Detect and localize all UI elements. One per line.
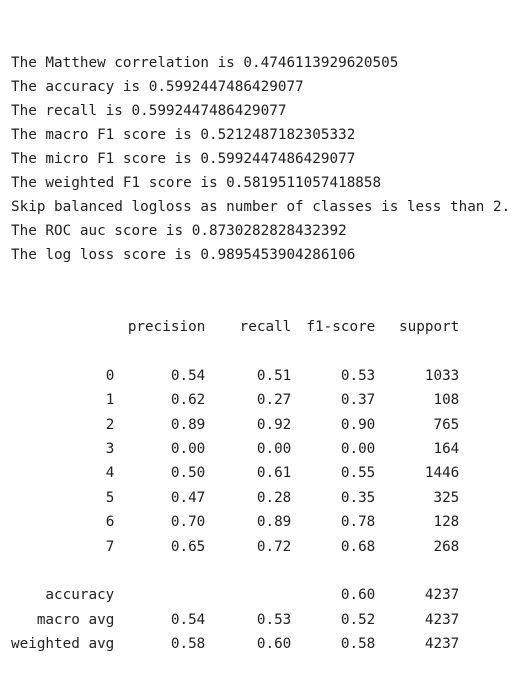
metric-line: The log loss score is 0.9895453904286106	[11, 247, 356, 263]
blank-cell	[11, 339, 459, 363]
row-label: accuracy	[45, 587, 115, 604]
recall-cell: 0.27	[256, 392, 292, 409]
precision-cell: 0.62	[170, 392, 206, 409]
report-header-precision: precision	[127, 319, 206, 335]
precision-cell: 0.58	[170, 636, 206, 653]
support-cell: 4237	[424, 611, 460, 628]
metric-line: The macro F1 score is 0.5212487182305332	[11, 127, 356, 143]
recall-cell: 0.60	[256, 636, 292, 653]
row-label: 3	[105, 441, 115, 458]
class-row: 7 0.65 0.72 0.68 268	[11, 535, 460, 559]
metric-line: The weighted F1 score is 0.5819511057418…	[11, 175, 382, 191]
blank-row	[11, 559, 459, 583]
row-label: 0	[105, 367, 115, 384]
support-cell: 128	[433, 514, 460, 531]
recall-cell: 0.53	[256, 611, 292, 628]
precision-cell: 0.89	[170, 416, 206, 433]
support-cell: 1446	[424, 465, 460, 482]
precision-cell: 0.54	[170, 611, 206, 628]
recall-cell: 0.61	[256, 465, 292, 482]
support-cell: 1033	[424, 367, 460, 384]
precision-cell: 0.00	[170, 441, 206, 458]
metric-line: The micro F1 score is 0.5992447486429077	[11, 151, 356, 167]
report-header-support: support	[399, 319, 460, 335]
support-cell: 268	[433, 538, 460, 555]
row-label: 5	[105, 489, 115, 506]
metric-line: Skip balanced logloss as number of class…	[11, 199, 511, 215]
recall-cell: 0.72	[256, 538, 292, 555]
recall-cell	[205, 583, 291, 607]
row-label: 2	[105, 416, 115, 433]
report-header-row: precision recall f1-score support	[11, 315, 459, 339]
precision-cell	[114, 583, 205, 607]
class-row: 2 0.89 0.92 0.90 765	[11, 413, 460, 437]
precision-cell: 0.47	[170, 489, 206, 506]
f1-score-cell: 0.78	[340, 514, 376, 531]
support-cell: 765	[433, 416, 460, 433]
class-row: 3 0.00 0.00 0.00 164	[11, 437, 460, 461]
metrics-printout: The Matthew correlation is 0.47461139296…	[11, 51, 510, 267]
report-header-label	[11, 315, 114, 339]
row-label: 4	[105, 465, 115, 482]
f1-score-cell: 0.53	[340, 367, 376, 384]
report-header-f1-score: f1-score	[306, 319, 376, 335]
report-class-rows: 0 0.54 0.51 0.53 1033 1 0.62 0.27 0.37 108 2 0.89 0.…	[11, 339, 460, 559]
row-label: 1	[105, 392, 115, 409]
report-summary-rows: accuracy 0.60 4237 macro avg 0.54 0.53 0.52 423…	[11, 559, 459, 657]
f1-score-cell: 0.52	[340, 611, 376, 628]
classification-report: precision recall f1-score support 0 0.54 0…	[11, 315, 459, 657]
summary-row: accuracy 0.60 4237	[11, 583, 459, 607]
f1-score-cell: 0.55	[340, 465, 376, 482]
f1-score-cell: 0.58	[340, 636, 376, 653]
class-row: 5 0.47 0.28 0.35 325	[11, 486, 460, 510]
summary-row: weighted avg 0.58 0.60 0.58 4237	[11, 632, 459, 656]
precision-cell: 0.70	[170, 514, 206, 531]
metric-line: The ROC auc score is 0.8730282828432392	[11, 223, 347, 239]
blank-row	[11, 339, 459, 363]
recall-cell: 0.00	[256, 441, 292, 458]
support-cell: 108	[433, 392, 460, 409]
row-label: 6	[105, 514, 115, 531]
recall-cell: 0.28	[256, 489, 292, 506]
precision-cell: 0.50	[170, 465, 206, 482]
recall-cell: 0.51	[256, 367, 292, 384]
recall-cell: 0.92	[256, 416, 292, 433]
recall-cell: 0.89	[256, 514, 292, 531]
f1-score-cell: 0.00	[340, 441, 376, 458]
f1-score-cell: 0.37	[340, 392, 376, 409]
precision-cell: 0.54	[170, 367, 206, 384]
class-row: 1 0.62 0.27 0.37 108	[11, 388, 460, 412]
metric-line: The accuracy is 0.5992447486429077	[11, 79, 304, 95]
metric-line: The recall is 0.5992447486429077	[11, 103, 287, 119]
f1-score-cell: 0.35	[340, 489, 376, 506]
support-cell: 325	[433, 489, 460, 506]
class-row: 6 0.70 0.89 0.78 128	[11, 510, 460, 534]
row-label: macro avg	[36, 611, 115, 628]
blank-cell	[11, 559, 459, 583]
summary-row: macro avg 0.54 0.53 0.52 4237	[11, 608, 459, 632]
support-cell: 164	[433, 441, 460, 458]
f1-score-cell: 0.90	[340, 416, 376, 433]
support-cell: 4237	[424, 636, 460, 653]
cell-output: The Matthew correlation is 0.47461139296…	[11, 3, 510, 681]
class-row: 4 0.50 0.61 0.55 1446	[11, 461, 460, 485]
metric-line: The Matthew correlation is 0.47461139296…	[11, 55, 399, 71]
f1-score-cell: 0.68	[340, 538, 376, 555]
support-cell: 4237	[424, 587, 460, 604]
precision-cell: 0.65	[170, 538, 206, 555]
report-header-recall: recall	[239, 319, 292, 335]
f1-score-cell: 0.60	[340, 587, 376, 604]
row-label: 7	[105, 538, 115, 555]
class-row: 0 0.54 0.51 0.53 1033	[11, 364, 460, 388]
row-label: weighted avg	[11, 636, 115, 653]
